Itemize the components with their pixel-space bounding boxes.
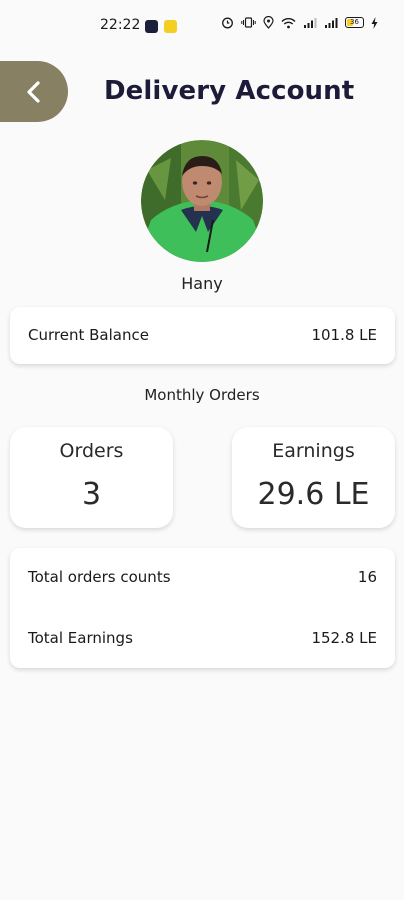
app-icon-dark (145, 20, 158, 33)
orders-card: Orders 3 (10, 427, 173, 528)
back-button[interactable] (0, 61, 68, 122)
signal-icon (325, 17, 338, 28)
orders-label: Orders (59, 440, 124, 462)
balance-label: Current Balance (28, 326, 149, 344)
status-time: 22:22 (100, 17, 141, 33)
earnings-card: Earnings 29.6 LE (232, 427, 395, 528)
total-earnings-label: Total Earnings (28, 629, 133, 647)
balance-value: 101.8 LE (311, 326, 377, 344)
balance-card: Current Balance 101.8 LE (10, 307, 395, 364)
app-icon-yellow (164, 20, 177, 33)
total-orders-label: Total orders counts (28, 568, 171, 586)
profile-name: Hany (181, 274, 223, 293)
wifi-icon (281, 17, 296, 28)
battery-level: 36 (350, 18, 359, 26)
page-title: Delivery Account (104, 76, 355, 106)
total-orders-value: 16 (357, 568, 377, 586)
monthly-orders-title: Monthly Orders (144, 386, 260, 404)
charging-icon (371, 16, 378, 29)
status-bar: 22:22 36 (0, 0, 404, 56)
alarm-icon (222, 17, 233, 29)
location-icon (263, 16, 274, 29)
orders-value: 3 (81, 477, 102, 512)
totals-card: Total orders counts 16 Total Earnings 15… (10, 548, 395, 668)
status-icons: 36 (221, 16, 378, 29)
earnings-label: Earnings (272, 440, 355, 462)
battery-icon: 36 (345, 17, 364, 28)
signal-icon (304, 17, 317, 28)
vibrate-icon (241, 17, 256, 28)
chevron-left-icon (27, 80, 40, 103)
earnings-value: 29.6 LE (257, 477, 370, 512)
avatar (141, 140, 263, 262)
total-earnings-value: 152.8 LE (311, 629, 377, 647)
